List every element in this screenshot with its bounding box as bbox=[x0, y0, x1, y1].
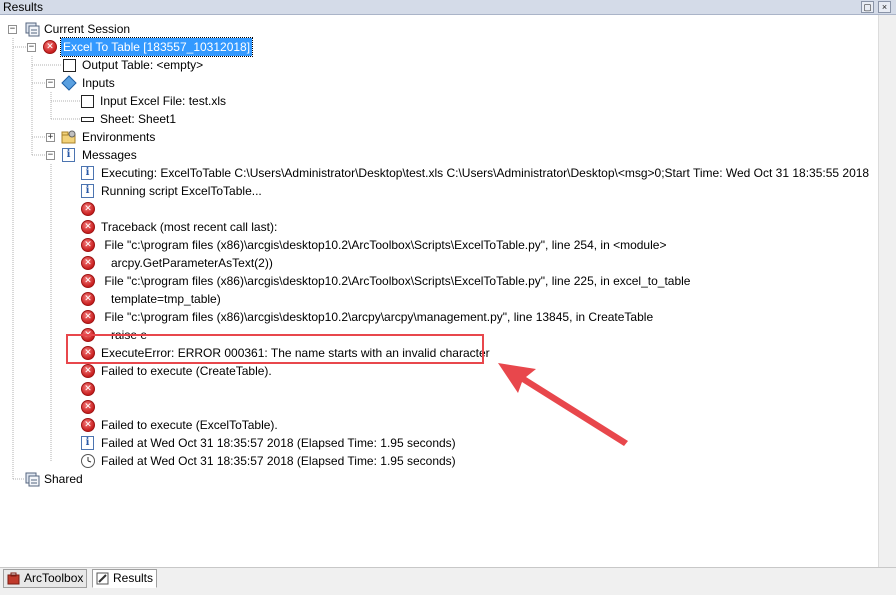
message-row[interactable]: ✕ bbox=[0, 380, 870, 398]
message-row[interactable]: ✕ Failed to execute (ExcelToTable). bbox=[0, 416, 870, 434]
tree-label-selected: Excel To Table [183557_10312018] bbox=[59, 37, 254, 57]
collapse-icon[interactable]: − bbox=[46, 79, 55, 88]
message-row[interactable]: i Running script ExcelToTable... bbox=[0, 182, 870, 200]
string-param-icon bbox=[81, 117, 94, 122]
vertical-scrollbar[interactable] bbox=[878, 15, 896, 567]
tree-node-environments[interactable]: + Environments bbox=[0, 128, 400, 146]
table-icon bbox=[63, 59, 76, 72]
message-text: Failed at Wed Oct 31 18:35:57 2018 (Elap… bbox=[101, 454, 456, 468]
tree-label: Inputs bbox=[82, 76, 115, 90]
tree-node-input-excel[interactable]: Input Excel File: test.xls bbox=[0, 92, 400, 110]
message-row[interactable]: ✕ File "c:\program files (x86)\arcgis\de… bbox=[0, 236, 870, 254]
message-text: Traceback (most recent call last): bbox=[101, 220, 278, 234]
shared-icon bbox=[24, 471, 40, 487]
panel-title: Results bbox=[3, 0, 44, 14]
tree-label: Shared bbox=[44, 472, 83, 486]
message-row[interactable]: i Failed at Wed Oct 31 18:35:57 2018 (Ela… bbox=[0, 434, 870, 452]
error-icon: ✕ bbox=[81, 274, 95, 288]
info-icon: i bbox=[81, 184, 94, 198]
tree-node-messages[interactable]: − i Messages bbox=[0, 146, 400, 164]
message-text: Failed at Wed Oct 31 18:35:57 2018 (Elap… bbox=[101, 436, 456, 450]
message-row[interactable]: ✕ Traceback (most recent call last): bbox=[0, 218, 870, 236]
error-icon: ✕ bbox=[81, 364, 95, 378]
message-row[interactable]: ✕ arcpy.GetParameterAsText(2)) bbox=[0, 254, 870, 272]
error-icon: ✕ bbox=[81, 400, 95, 414]
error-icon: ✕ bbox=[81, 202, 95, 216]
error-icon: ✕ bbox=[43, 40, 57, 54]
error-icon: ✕ bbox=[81, 238, 95, 252]
message-row[interactable]: ✕ File "c:\program files (x86)\arcgis\de… bbox=[0, 308, 870, 326]
error-icon: ✕ bbox=[81, 220, 95, 234]
error-icon: ✕ bbox=[81, 256, 95, 270]
message-row[interactable]: ✕ template=tmp_table) bbox=[0, 290, 870, 308]
pin-button[interactable]: ▢ bbox=[861, 1, 874, 13]
tree-node-output-table[interactable]: Output Table: <empty> bbox=[0, 56, 400, 74]
panel-title-bar: Results ▢ × bbox=[0, 0, 896, 15]
message-text: File "c:\program files (x86)\arcgis\desk… bbox=[101, 274, 691, 288]
tree-node-shared[interactable]: Shared bbox=[0, 470, 400, 488]
collapse-icon[interactable]: − bbox=[27, 43, 36, 52]
message-text: File "c:\program files (x86)\arcgis\desk… bbox=[101, 238, 667, 252]
tree-label: Input Excel File: test.xls bbox=[100, 94, 227, 108]
tree-label: Sheet: Sheet1 bbox=[100, 112, 177, 126]
tree-label: Output Table: <empty> bbox=[82, 58, 204, 72]
file-icon bbox=[81, 95, 94, 108]
results-tree: − Current Session − ✕ Excel To Table [18… bbox=[0, 15, 876, 567]
tree-label: Messages bbox=[82, 148, 137, 162]
error-icon: ✕ bbox=[81, 382, 95, 396]
collapse-icon[interactable]: − bbox=[46, 151, 55, 160]
collapse-icon[interactable]: − bbox=[8, 25, 17, 34]
message-text: Running script ExcelToTable... bbox=[101, 184, 262, 198]
results-icon bbox=[96, 572, 109, 585]
tree-node-tool-run[interactable]: − ✕ Excel To Table [183557_10312018] bbox=[0, 37, 400, 57]
error-icon: ✕ bbox=[81, 292, 95, 306]
expand-icon[interactable]: + bbox=[46, 133, 55, 142]
error-icon: ✕ bbox=[81, 418, 95, 432]
info-icon: i bbox=[81, 436, 94, 450]
message-row[interactable]: ✕ bbox=[0, 398, 870, 416]
tab-arctoolbox[interactable]: ArcToolbox bbox=[3, 569, 88, 588]
tree-label: Current Session bbox=[44, 22, 131, 36]
toolbox-icon bbox=[7, 572, 20, 585]
message-row[interactable]: ✕ bbox=[0, 200, 870, 218]
message-text: Executing: ExcelToTable C:\Users\Adminis… bbox=[101, 166, 870, 180]
tree-node-sheet[interactable]: Sheet: Sheet1 bbox=[0, 110, 400, 128]
error-icon: ✕ bbox=[81, 310, 95, 324]
bottom-tab-strip: ArcToolbox Results bbox=[0, 567, 896, 595]
message-row[interactable]: i Executing: ExcelToTable C:\Users\Admini… bbox=[0, 164, 870, 182]
annotation-arrow bbox=[498, 363, 628, 446]
message-text: template=tmp_table) bbox=[101, 292, 221, 306]
tree-node-inputs[interactable]: − Inputs bbox=[0, 74, 400, 92]
annotation-highlight-box bbox=[66, 334, 484, 364]
info-icon: i bbox=[62, 148, 75, 162]
tab-results[interactable]: Results bbox=[92, 569, 158, 588]
session-icon bbox=[24, 21, 40, 37]
message-text: Failed to execute (ExcelToTable). bbox=[101, 418, 278, 432]
environments-icon bbox=[61, 129, 77, 145]
diamond-icon bbox=[61, 75, 77, 91]
message-row[interactable]: Failed at Wed Oct 31 18:35:57 2018 (Elap… bbox=[0, 452, 870, 470]
tree-node-current-session[interactable]: − Current Session bbox=[0, 20, 400, 38]
close-button[interactable]: × bbox=[878, 1, 891, 13]
message-text: arcpy.GetParameterAsText(2)) bbox=[101, 256, 273, 270]
tab-label: Results bbox=[113, 571, 154, 585]
info-icon: i bbox=[81, 166, 94, 180]
tree-label: Environments bbox=[82, 130, 156, 144]
message-row[interactable]: ✕ Failed to execute (CreateTable). bbox=[0, 362, 870, 380]
tab-label: ArcToolbox bbox=[24, 571, 84, 585]
message-text: File "c:\program files (x86)\arcgis\desk… bbox=[101, 310, 654, 324]
message-text: Failed to execute (CreateTable). bbox=[101, 364, 272, 378]
clock-icon bbox=[81, 454, 95, 468]
message-row[interactable]: ✕ File "c:\program files (x86)\arcgis\de… bbox=[0, 272, 870, 290]
